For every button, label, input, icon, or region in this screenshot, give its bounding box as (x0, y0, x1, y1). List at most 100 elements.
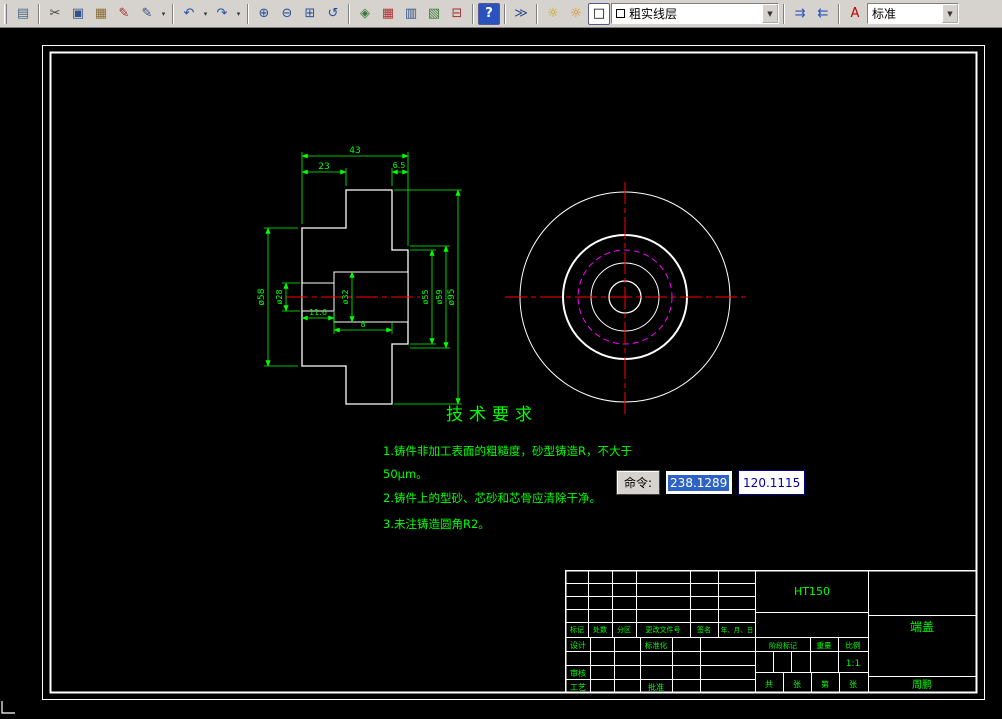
toolbar-separator (472, 3, 474, 24)
tb-label-weight: 重量 (817, 641, 832, 650)
command-input-x-value: 238.1289 (668, 474, 730, 491)
layer-lock-icon[interactable]: ☼ (565, 3, 587, 25)
dim-label-d58[interactable]: ø58 (257, 288, 267, 305)
help-icon[interactable]: ? (478, 2, 500, 25)
pan-icon[interactable]: ◈ (354, 3, 376, 25)
technical-requirements: 技术要求 1.铸件非加工表面的粗糙度，砂型铸造R，不大于 50μm。 2.铸件上… (383, 405, 632, 531)
dim-label-43[interactable]: 43 (349, 146, 360, 156)
drawing-viewport[interactable]: 43 23 6.5 ø58 ø28 ø32 11.6 8 ø55 ø59 ø95… (0, 28, 1002, 719)
dim-label-d55[interactable]: ø55 (421, 289, 430, 304)
text-style-combo[interactable]: 标准 ▼ (867, 3, 959, 24)
text-style-combo-value: 标准 (872, 7, 897, 21)
tech-req-line-1: 1.铸件非加工表面的粗糙度，砂型铸造R，不大于 (383, 444, 632, 458)
undo-icon[interactable]: ↶ (178, 3, 200, 25)
tb-sheets-zhang1: 张 (793, 680, 801, 689)
tech-req-title: 技术要求 (446, 405, 538, 425)
command-label: 命令: (616, 470, 661, 495)
dim-label-d32[interactable]: ø32 (341, 289, 350, 304)
text-style-combo-arrow-icon[interactable]: ▼ (942, 4, 958, 23)
tb-part-name: 端盖 (910, 620, 934, 634)
tb-label-review: 审核 (570, 668, 586, 678)
dim-label-23[interactable]: 23 (318, 162, 329, 172)
toolbar-separator (838, 3, 840, 24)
dim-label-8[interactable]: 8 (360, 320, 365, 329)
layer-combo[interactable]: 粗实线层 ▼ (611, 3, 779, 24)
tech-req-line-2: 50μm。 (383, 467, 428, 481)
dim-label-d28[interactable]: ø28 (275, 289, 284, 304)
display-window-icon[interactable]: ⊟ (446, 3, 468, 25)
dim-boss-right[interactable]: ø55 (410, 249, 436, 345)
tb-sheets-total: 共 (765, 680, 773, 689)
zoom-previous-icon[interactable]: ↺ (322, 3, 344, 25)
tb-label-process: 工艺 (570, 683, 586, 692)
tb-label-approve: 批准 (648, 682, 664, 692)
tech-req-line-4: 3.未注铸造圆角R2。 (383, 517, 490, 531)
raster-icon[interactable]: ▧ (423, 3, 445, 25)
cad-application-window: ▤ ✂ ▣ ▦ ✎ ✎ ▾ ↶ ▾ ↷ ▾ ⊕ ⊖ ⊞ ↺ ◈ ▦ ▥ ▧ ⊟? ≫ ☼ ☼ □ 粗实线层 ▼ ⇉ ⇇ A 标准 ▼ (0, 0, 1002, 719)
drawing-area[interactable]: 43 23 6.5 ø58 ø28 ø32 11.6 8 ø55 ø59 ø95… (0, 28, 1002, 719)
toolbar-separator (247, 3, 249, 24)
redo-icon[interactable]: ↷ (211, 3, 233, 25)
edit-properties-caret[interactable]: ▾ (159, 3, 168, 25)
dim-spigot[interactable]: ø59 (410, 245, 450, 349)
frame-settings-icon[interactable]: ▥ (400, 3, 422, 25)
toolbar-grip[interactable] (4, 3, 7, 24)
zoom-window-icon[interactable]: ⊞ (299, 3, 321, 25)
toolbar-separator (38, 3, 40, 24)
title-block: 标记 处数 分区 更改文件号 签名 年、月、日 设计 标准化 审核 工艺 批准 … (564, 569, 978, 694)
layer-visibility-icon[interactable]: ☼ (542, 3, 564, 25)
dim-label-11-6[interactable]: 11.6 (309, 308, 327, 317)
tb-sheets-zhang2: 张 (849, 680, 857, 689)
layer-combo-arrow-icon[interactable]: ▼ (762, 4, 778, 23)
dim-flange-offset[interactable]: 23 (301, 162, 347, 186)
tb-header-zone: 分区 (617, 625, 631, 634)
command-input-y-value: 120.1115 (743, 475, 801, 490)
tb-label-standardization: 标准化 (645, 640, 668, 650)
tb-label-design: 设计 (570, 640, 586, 650)
tb-scale-value: 1:1 (846, 659, 860, 669)
section-view[interactable] (286, 189, 420, 405)
toolbar-separator (536, 3, 538, 24)
dim-label-d59[interactable]: ø59 (435, 289, 444, 304)
command-overlay: 命令: 238.1289 120.1115 (616, 470, 806, 495)
format-painter-icon[interactable]: ✎ (113, 3, 135, 25)
tech-req-line-3: 2.铸件上的型砂、芯砂和芯骨应清除干净。 (383, 491, 601, 505)
layer-color-swatch (616, 9, 625, 18)
tb-header-count: 处数 (593, 625, 607, 634)
more-tools-icon[interactable]: ≫ (510, 3, 532, 25)
ucs-axis-icon (1, 701, 15, 714)
dim-lip[interactable]: 6.5 (391, 161, 409, 186)
tb-author: 周鹏 (912, 678, 932, 691)
layer-combo-value: 粗实线层 (629, 7, 678, 21)
redo-caret[interactable]: ▾ (234, 3, 243, 25)
dim-label-6-5[interactable]: 6.5 (393, 161, 406, 170)
toolbar-separator (348, 3, 350, 24)
front-view[interactable] (505, 182, 748, 414)
command-input-y[interactable]: 120.1115 (738, 470, 806, 495)
layer-color-icon[interactable]: □ (588, 2, 610, 25)
toolbar-separator (172, 3, 174, 24)
toolbar-separator (504, 3, 506, 24)
tb-sheets-page: 第 (821, 679, 829, 689)
tb-material: HT150 (794, 585, 830, 598)
grid-snap-icon[interactable]: ▦ (377, 3, 399, 25)
tb-header-mark: 标记 (570, 625, 584, 634)
edit-properties-icon[interactable]: ✎ (136, 3, 158, 25)
tb-header-docno: 更改文件号 (646, 625, 681, 634)
copy-icon[interactable]: ▣ (67, 3, 89, 25)
paste-icon[interactable]: ▦ (90, 3, 112, 25)
zoom-in-icon[interactable]: ⊕ (253, 3, 275, 25)
sheet-set-icon[interactable]: ▤ (12, 3, 34, 25)
text-style-icon[interactable]: A (844, 3, 866, 25)
tb-label-stage: 阶段标记 (769, 641, 797, 650)
toolbar-separator (783, 3, 785, 24)
dim-label-d95[interactable]: ø95 (447, 289, 457, 306)
copy-layer-icon[interactable]: ⇇ (812, 3, 834, 25)
cut-icon[interactable]: ✂ (44, 3, 66, 25)
tb-header-sign: 签名 (697, 625, 711, 634)
command-input-x[interactable]: 238.1289 (665, 470, 734, 495)
zoom-out-icon[interactable]: ⊖ (276, 3, 298, 25)
tb-label-scale: 比例 (846, 640, 861, 650)
move-to-layer-icon[interactable]: ⇉ (789, 3, 811, 25)
undo-caret[interactable]: ▾ (201, 3, 210, 25)
